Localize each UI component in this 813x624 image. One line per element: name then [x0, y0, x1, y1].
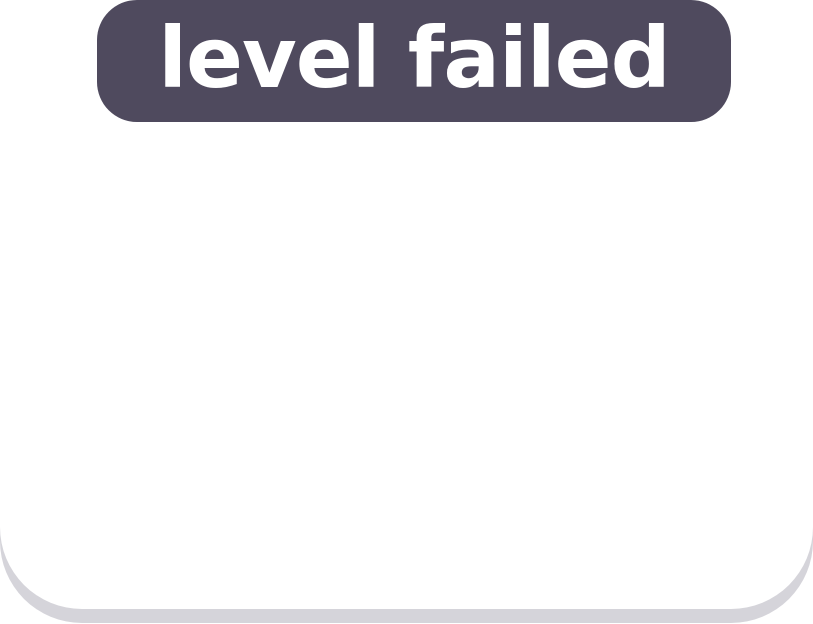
- result-panel: level failed: [0, 0, 813, 609]
- dialog-title: level failed: [158, 9, 670, 107]
- level-failed-screen: level failed: [0, 0, 813, 624]
- title-banner: level failed: [97, 0, 731, 122]
